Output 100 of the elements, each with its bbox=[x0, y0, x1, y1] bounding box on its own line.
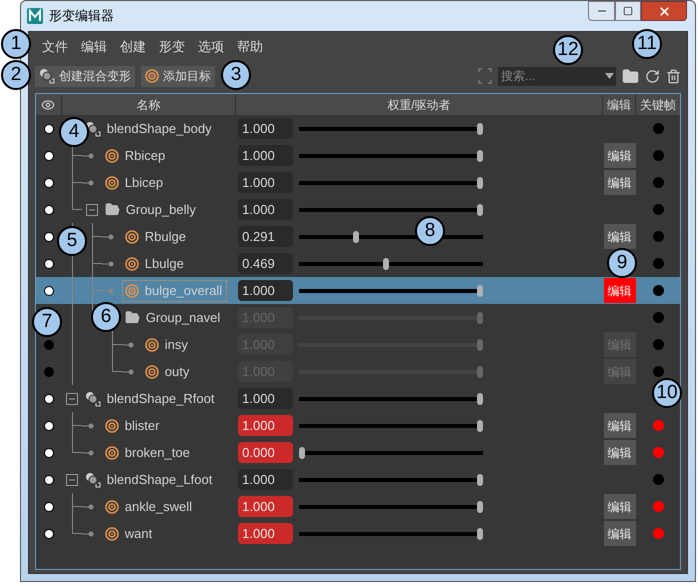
tree-connector bbox=[102, 288, 114, 294]
window-title: 形变编辑器 bbox=[49, 7, 114, 26]
target-icon bbox=[104, 526, 119, 540]
weight-field[interactable]: 0.469 bbox=[238, 253, 294, 274]
weight-slider[interactable] bbox=[299, 204, 484, 216]
app-logo bbox=[27, 8, 43, 24]
menu-item[interactable]: 帮助 bbox=[232, 37, 268, 57]
number-callout: 1 bbox=[1, 29, 31, 59]
target-icon bbox=[104, 148, 119, 162]
blend-shape-icon bbox=[84, 390, 101, 406]
weight-field[interactable]: 1.000 bbox=[238, 172, 294, 193]
weight-field[interactable]: 1.000 bbox=[238, 523, 294, 544]
weight-field[interactable]: 1.000 bbox=[238, 280, 294, 301]
weight-slider[interactable] bbox=[299, 284, 484, 296]
column-header[interactable]: 关键帧 bbox=[636, 94, 680, 115]
toolbar-button[interactable]: 创建混合变形 bbox=[35, 66, 135, 86]
collapse-toggle[interactable] bbox=[66, 474, 78, 486]
item-name: insy bbox=[164, 336, 188, 354]
target-icon bbox=[144, 338, 159, 352]
new-folder-icon[interactable] bbox=[622, 68, 639, 84]
weight-slider[interactable] bbox=[299, 150, 484, 162]
item-name: blister bbox=[124, 416, 160, 435]
number-callout: 2 bbox=[1, 60, 31, 90]
column-header[interactable]: 权重/驱动者 bbox=[236, 94, 603, 115]
weight-slider[interactable] bbox=[299, 176, 484, 188]
edit-button[interactable]: 编辑 bbox=[604, 143, 636, 168]
weight-field[interactable]: 1.000 bbox=[238, 388, 294, 409]
menu-item[interactable]: 形变 bbox=[154, 37, 190, 57]
slider-thumb[interactable] bbox=[477, 122, 484, 134]
target-icon bbox=[104, 176, 119, 190]
search-dropdown-button[interactable] bbox=[602, 66, 616, 86]
weight-field[interactable]: 0.291 bbox=[238, 226, 294, 247]
weight-slider[interactable] bbox=[299, 122, 484, 134]
target-icon bbox=[124, 256, 139, 270]
column-header[interactable]: 名称 bbox=[62, 94, 236, 115]
edit-button[interactable]: 编辑 bbox=[604, 224, 636, 249]
folder-icon bbox=[104, 202, 120, 217]
menu-item[interactable]: 编辑 bbox=[76, 37, 112, 57]
weight-slider[interactable] bbox=[299, 500, 484, 512]
target-icon bbox=[104, 446, 119, 460]
item-name: want bbox=[124, 524, 152, 543]
selected-row-highlight[interactable]: bulge_overall 1.000 编辑 bbox=[36, 277, 680, 304]
slider-thumb[interactable] bbox=[477, 204, 484, 216]
weight-field[interactable]: 0.000 bbox=[238, 442, 294, 463]
slider-thumb[interactable] bbox=[477, 150, 484, 162]
menu-item[interactable]: 创建 bbox=[115, 37, 151, 57]
weight-slider[interactable] bbox=[299, 528, 484, 540]
blend-shape-icon bbox=[39, 68, 55, 84]
slider-thumb[interactable] bbox=[477, 474, 484, 486]
weight-field[interactable]: 1.000 bbox=[238, 469, 294, 490]
close-button[interactable] bbox=[641, 1, 687, 21]
slider-thumb[interactable] bbox=[299, 446, 306, 458]
edit-button[interactable]: 编辑 bbox=[604, 521, 636, 546]
weight-slider[interactable] bbox=[299, 420, 484, 432]
weight-slider[interactable] bbox=[299, 474, 484, 486]
trash-icon[interactable] bbox=[666, 68, 681, 84]
edit-button[interactable]: 编辑 bbox=[604, 440, 636, 465]
folder-icon bbox=[124, 310, 140, 325]
weight-field[interactable]: 1.000 bbox=[238, 199, 294, 220]
column-header[interactable]: 编辑 bbox=[602, 94, 636, 115]
weight-field[interactable]: 1.000 bbox=[238, 145, 294, 166]
target-icon bbox=[124, 284, 139, 298]
maximize-button[interactable] bbox=[615, 1, 641, 21]
weight-field[interactable]: 1.000 bbox=[238, 496, 294, 517]
weight-slider[interactable] bbox=[299, 446, 484, 458]
slider-thumb[interactable] bbox=[352, 230, 359, 242]
weight-slider[interactable] bbox=[299, 392, 484, 404]
menu-item[interactable]: 选项 bbox=[193, 37, 229, 57]
collapse-toggle[interactable] bbox=[86, 204, 98, 216]
search-field[interactable]: 搜索... bbox=[498, 66, 602, 86]
menu-item[interactable]: 文件 bbox=[37, 37, 73, 57]
toolbar-button[interactable]: 添加目标 bbox=[141, 66, 215, 86]
weight-field[interactable]: 1.000 bbox=[238, 415, 294, 436]
eye-icon bbox=[41, 98, 56, 112]
edit-button[interactable]: 编辑 bbox=[604, 170, 636, 195]
edit-button[interactable]: 编辑 bbox=[604, 413, 636, 438]
maximize-icon bbox=[623, 6, 633, 16]
weight-slider[interactable] bbox=[299, 258, 484, 270]
item-name: blendShape_Rfoot bbox=[106, 390, 214, 408]
item-name: ankle_swell bbox=[124, 498, 192, 516]
slider-thumb[interactable] bbox=[477, 392, 484, 404]
weight-field[interactable]: 1.000 bbox=[238, 118, 294, 139]
slider-thumb[interactable] bbox=[477, 176, 484, 188]
item-name: Rbicep bbox=[124, 146, 166, 165]
target-icon bbox=[144, 364, 159, 378]
slider-thumb[interactable] bbox=[477, 284, 484, 296]
caret-icon bbox=[604, 73, 614, 79]
refresh-icon[interactable] bbox=[645, 68, 660, 84]
slider-thumb[interactable] bbox=[477, 528, 484, 540]
edit-button[interactable]: 编辑 bbox=[604, 278, 636, 303]
blend-shape-icon bbox=[84, 472, 101, 488]
item-name: blendShape_body bbox=[106, 120, 212, 138]
collapse-toggle[interactable] bbox=[66, 392, 78, 404]
slider-thumb[interactable] bbox=[477, 420, 484, 432]
edit-button[interactable]: 编辑 bbox=[604, 494, 636, 519]
item-name: Rbulge bbox=[144, 228, 186, 246]
close-icon bbox=[658, 4, 670, 18]
slider-thumb[interactable] bbox=[382, 258, 389, 270]
slider-thumb[interactable] bbox=[477, 500, 484, 512]
item-name: bulge_overall bbox=[144, 282, 222, 300]
